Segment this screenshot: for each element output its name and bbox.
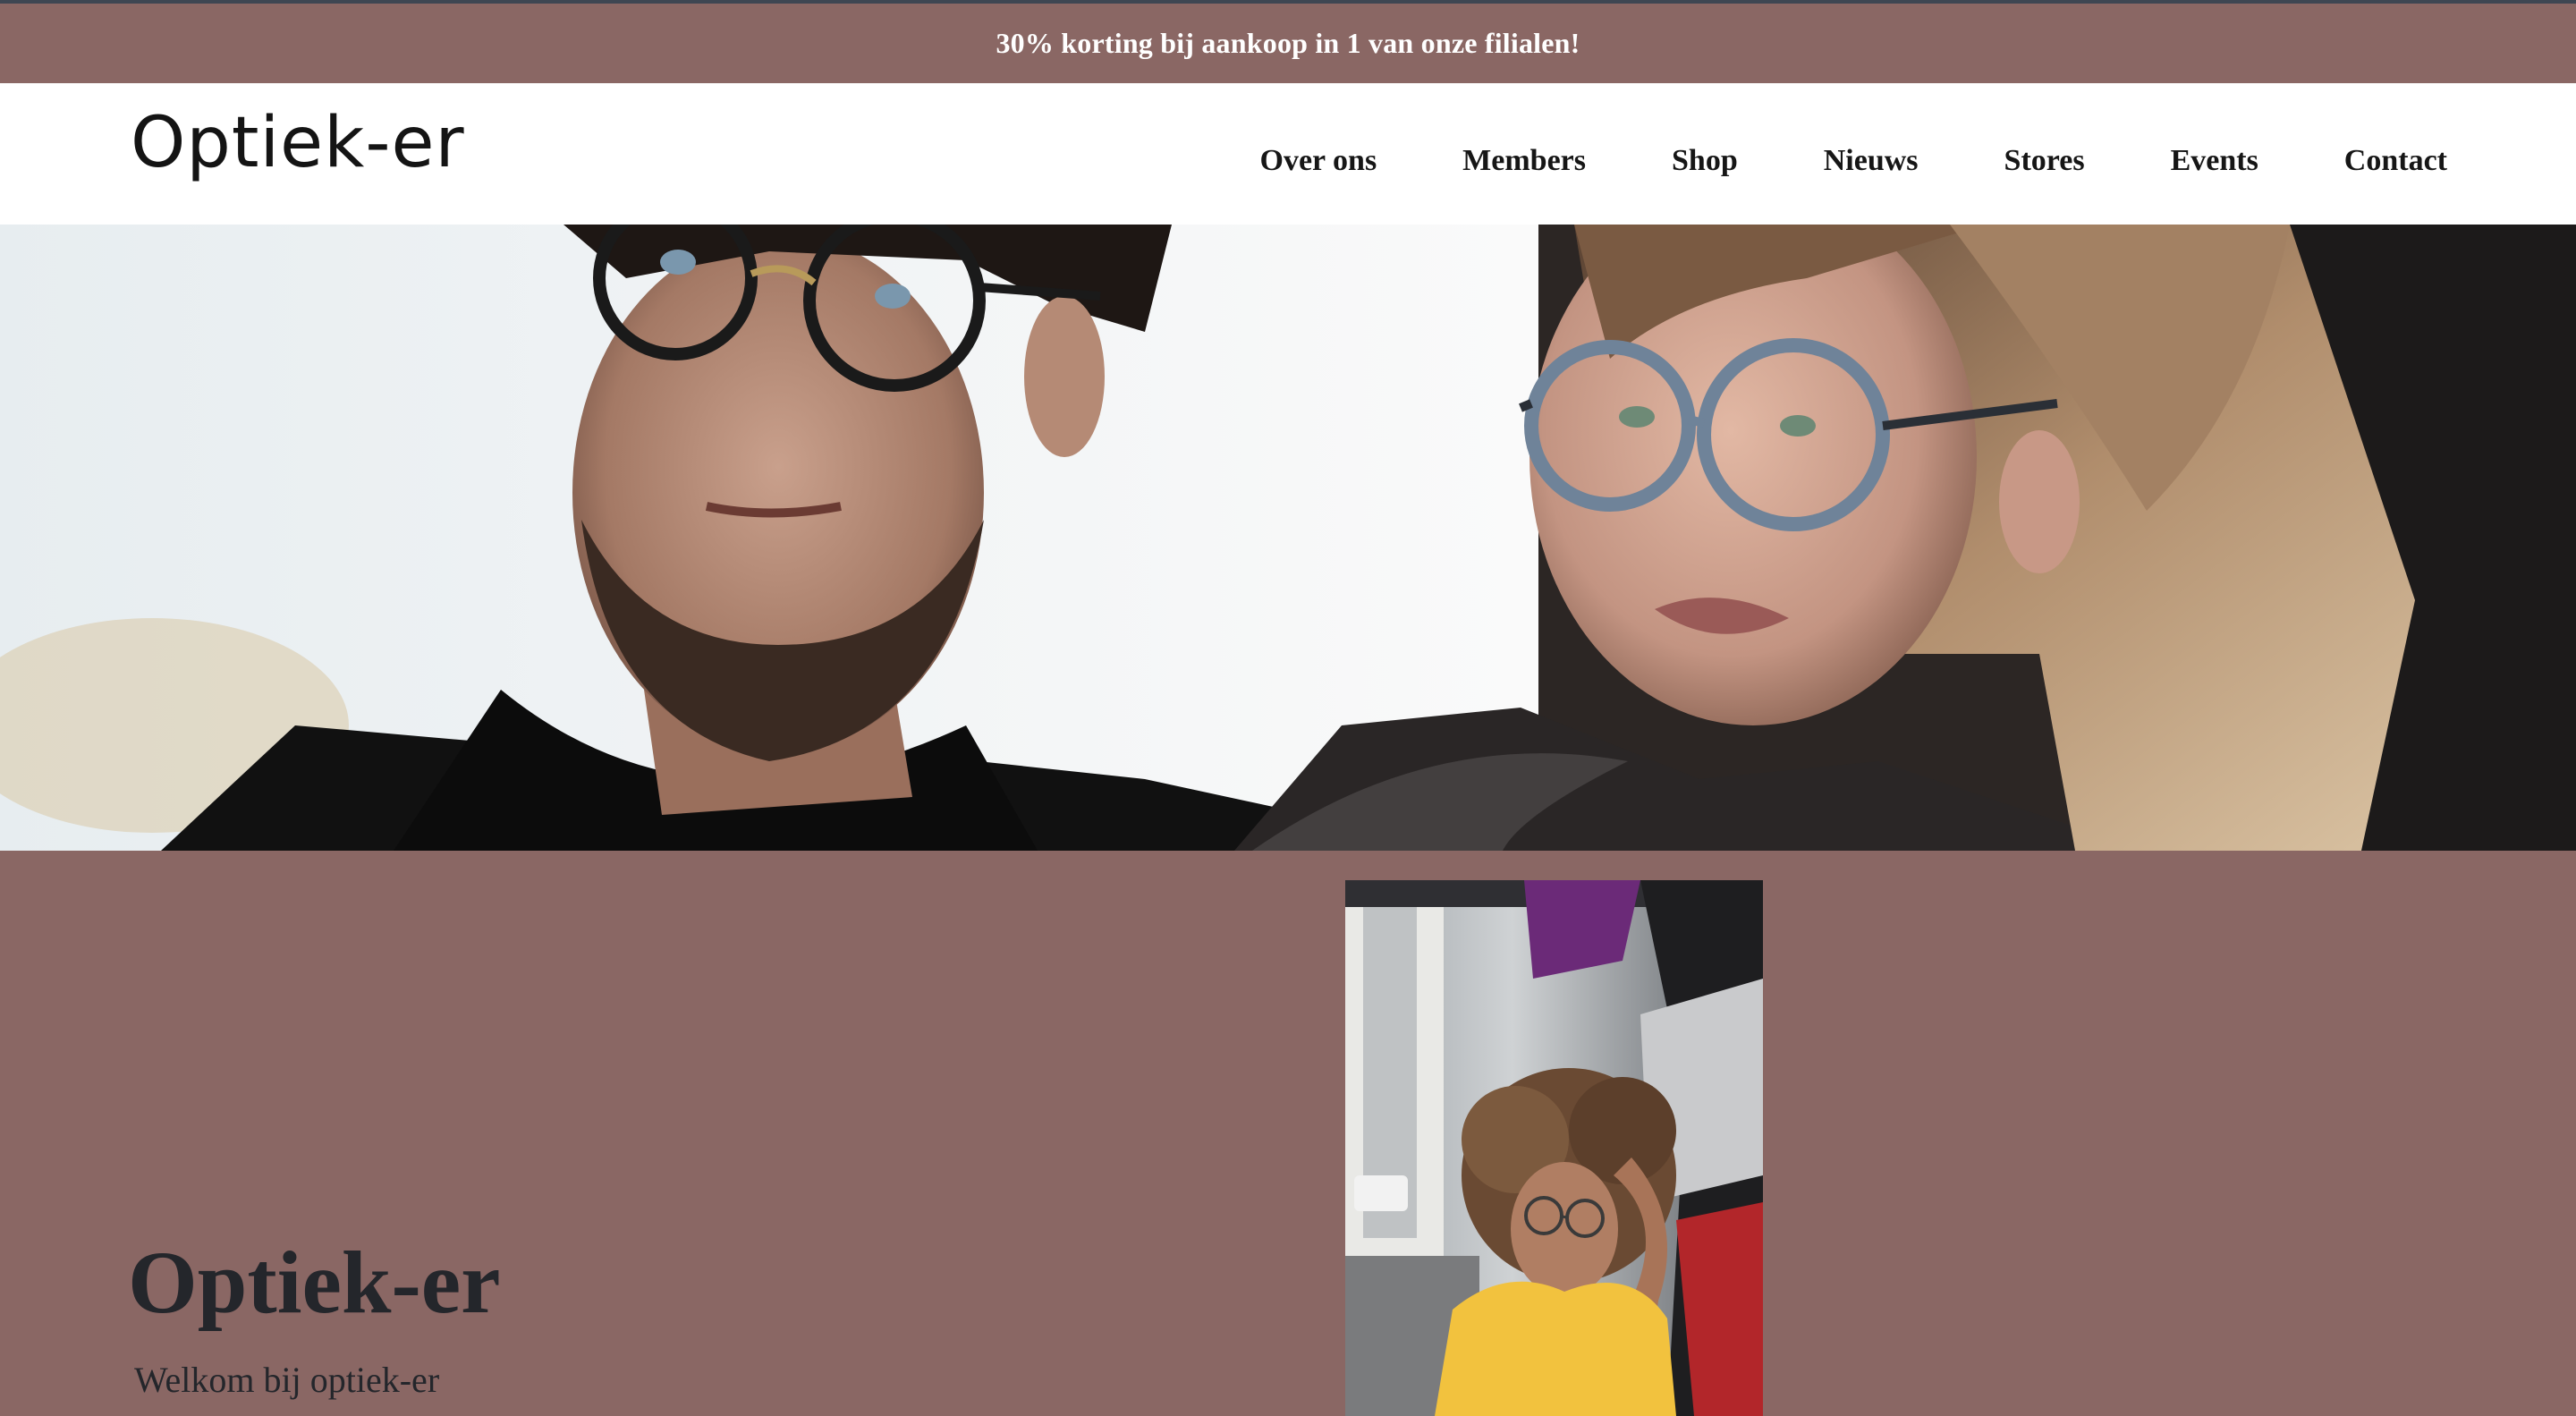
logo[interactable]: Optiek-er: [131, 108, 465, 178]
nav-item-stores[interactable]: Stores: [2004, 146, 2085, 176]
nav-item-contact[interactable]: Contact: [2344, 146, 2447, 176]
nav-item-shop[interactable]: Shop: [1672, 146, 1738, 176]
page-title: Optiek-er: [128, 1233, 501, 1332]
intro-section: Optiek-er Welkom bij optiek-er: [0, 851, 2576, 1416]
welcome-text: Welkom bij optiek-er: [134, 1360, 440, 1400]
promo-text: 30% korting bij aankoop in 1 van onze fi…: [996, 27, 1580, 59]
nav-item-events[interactable]: Events: [2171, 146, 2258, 176]
hero-image: [0, 225, 2576, 851]
portrait-photo: [1345, 880, 1763, 1416]
promo-banner: 30% korting bij aankoop in 1 van onze fi…: [0, 4, 2576, 83]
site-header: Optiek-er Over ons Members Shop Nieuws S…: [0, 83, 2576, 225]
nav-item-over-ons[interactable]: Over ons: [1260, 146, 1377, 176]
nav-item-nieuws[interactable]: Nieuws: [1824, 146, 1919, 176]
main-nav: Over ons Members Shop Nieuws Stores Even…: [1260, 146, 2447, 176]
nav-item-members[interactable]: Members: [1462, 146, 1586, 176]
hero-photo: [0, 225, 2576, 851]
portrait-image: [1345, 880, 1763, 1416]
